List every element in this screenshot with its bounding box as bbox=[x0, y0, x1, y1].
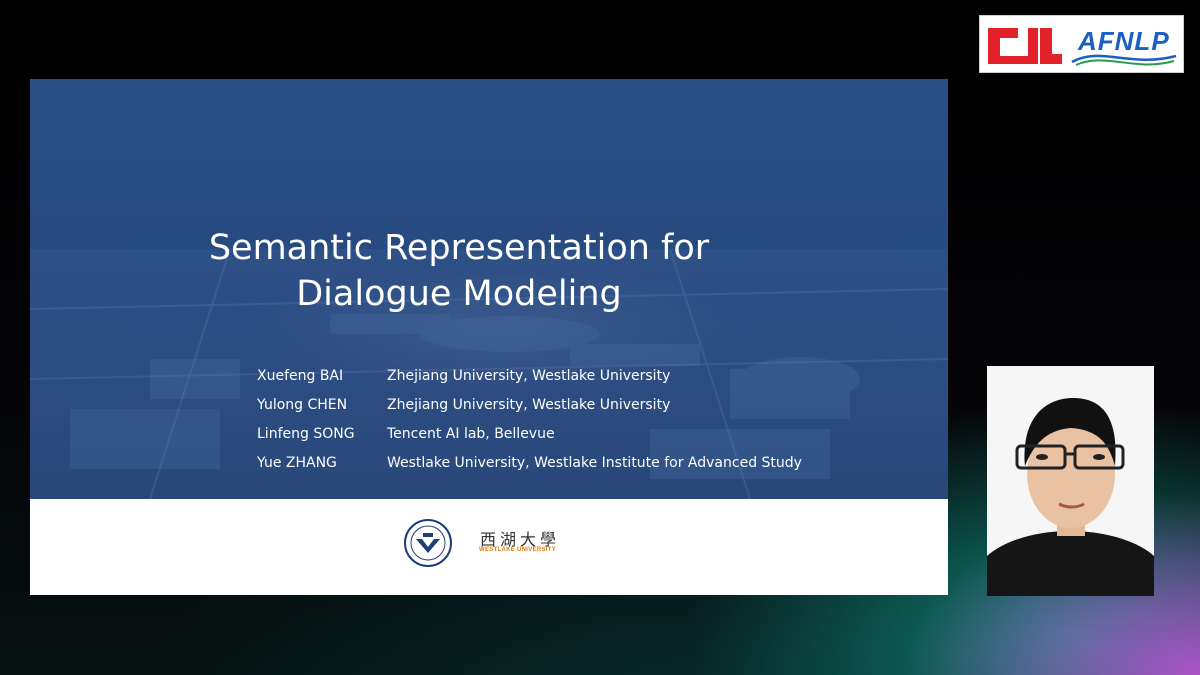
author-name: Linfeng SONG bbox=[257, 426, 355, 442]
author-affiliation: Westlake University, Westlake Institute … bbox=[387, 455, 802, 471]
author-affiliation: Zhejiang University, Westlake University bbox=[387, 397, 671, 413]
university-logos-bar: 西湖大學 WESTLAKE UNIVERSITY bbox=[30, 499, 948, 595]
author-row: Linfeng SONG Tencent AI lab, Bellevue bbox=[257, 426, 857, 455]
speaker-video bbox=[987, 366, 1154, 596]
title-line-2: Dialogue Modeling bbox=[296, 274, 622, 314]
zju-seal-icon bbox=[404, 519, 452, 567]
author-row: Yue ZHANG Westlake University, Westlake … bbox=[257, 455, 857, 484]
author-affiliation: Zhejiang University, Westlake University bbox=[387, 368, 671, 384]
afnlp-logo-text: AFNLP bbox=[1078, 26, 1170, 56]
author-name: Xuefeng BAI bbox=[257, 368, 344, 384]
author-name: Yulong CHEN bbox=[257, 397, 348, 413]
author-row: Xuefeng BAI Zhejiang University, Westlak… bbox=[257, 368, 857, 397]
conference-logo: AFNLP bbox=[979, 15, 1184, 73]
westlake-english-name: WESTLAKE UNIVERSITY bbox=[479, 547, 557, 553]
author-name: Yue ZHANG bbox=[257, 455, 337, 471]
presentation-slide: Semantic Representation for Dialogue Mod… bbox=[30, 79, 948, 595]
author-list: Xuefeng BAI Zhejiang University, Westlak… bbox=[257, 368, 857, 484]
title-line-1: Semantic Representation for bbox=[208, 228, 710, 268]
author-affiliation: Tencent AI lab, Bellevue bbox=[387, 426, 555, 442]
speaker-portrait bbox=[987, 366, 1154, 596]
slide-title: Semantic Representation for Dialogue Mod… bbox=[30, 225, 948, 317]
author-row: Yulong CHEN Zhejiang University, Westlak… bbox=[257, 397, 857, 426]
